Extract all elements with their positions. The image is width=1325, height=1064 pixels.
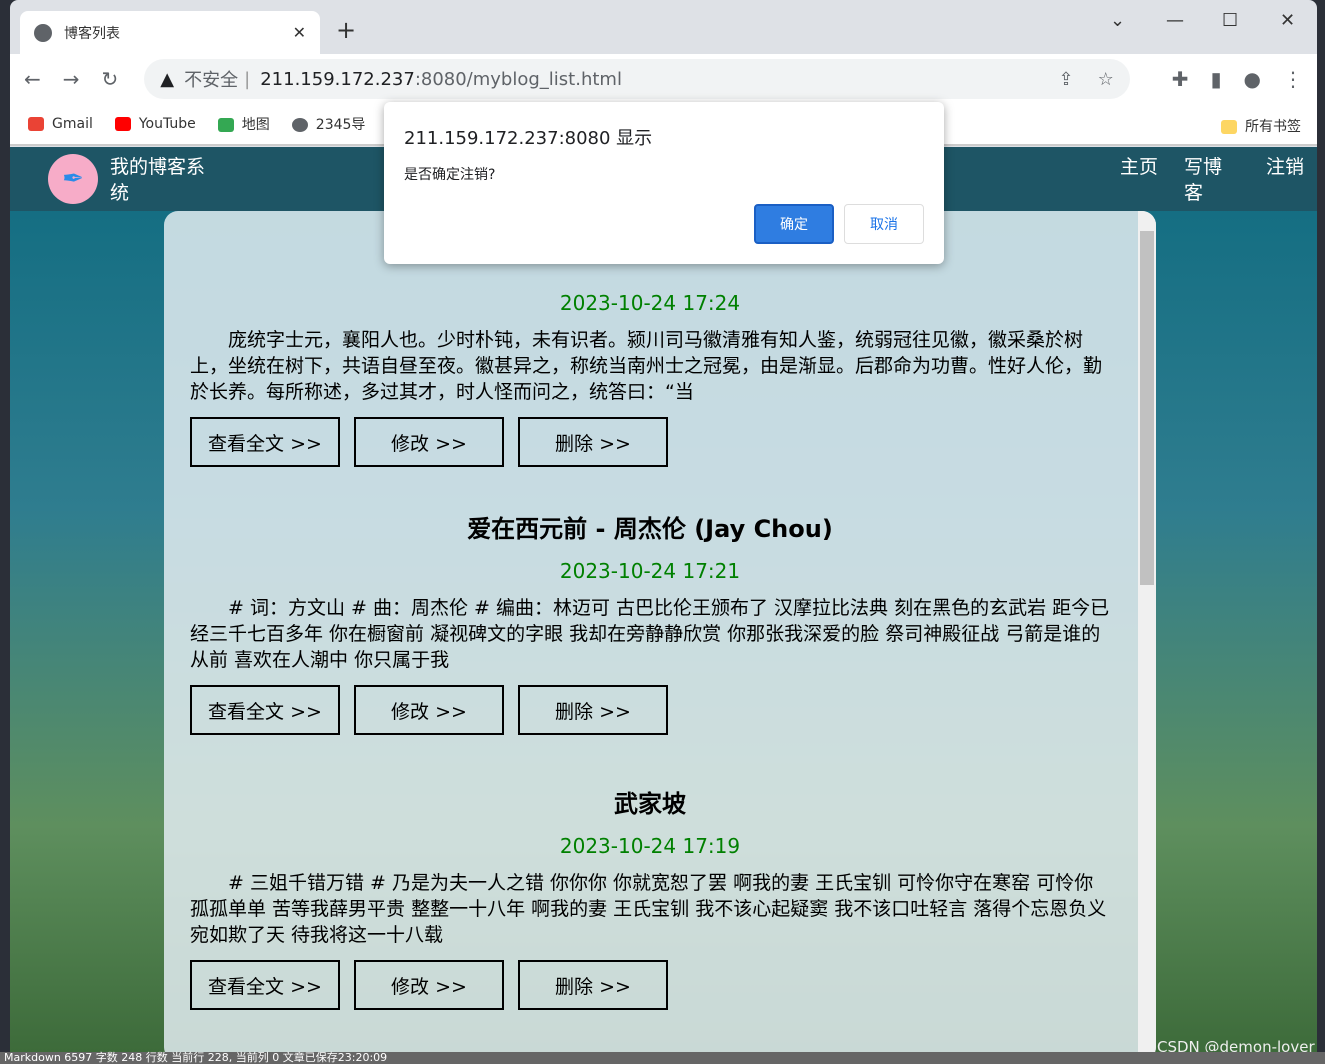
blog-title[interactable]: 爱在西元前 - 周杰伦 (Jay Chou) — [190, 509, 1110, 545]
star-icon[interactable]: ☆ — [1098, 69, 1114, 90]
close-tab-icon[interactable]: ✕ — [293, 23, 306, 42]
bookmark-gmail[interactable]: Gmail — [28, 116, 93, 132]
delete-button[interactable]: 删除 >> — [518, 417, 668, 467]
bookmark-maps[interactable]: 地图 — [217, 114, 270, 134]
warning-icon: ▲ — [160, 68, 175, 90]
divider: | — [244, 68, 251, 90]
delete-button[interactable]: 删除 >> — [518, 685, 668, 735]
view-full-button[interactable]: 查看全文 >> — [190, 685, 340, 735]
reload-icon[interactable]: ↻ — [102, 67, 119, 91]
dialog-title: 211.159.172.237:8080 显示 — [404, 128, 653, 149]
blog-date: 2023-10-24 17:21 — [559, 559, 741, 583]
side-panel-icon[interactable]: ▮ — [1211, 67, 1222, 91]
blog-summary: 庞统字士元，襄阳人也。少时朴钝，未有识者。颍川司马徽清雅有知人鉴，统弱冠往见徽，… — [190, 329, 1103, 403]
nav-home[interactable]: 主页 — [1120, 154, 1160, 180]
cancel-button[interactable]: 取消 — [844, 204, 924, 244]
not-secure-label: 不安全 — [184, 70, 239, 91]
scrollbar-thumb[interactable] — [1140, 231, 1154, 585]
view-full-button[interactable]: 查看全文 >> — [190, 417, 340, 467]
blog-date: 2023-10-24 17:24 — [559, 291, 741, 315]
edit-button[interactable]: 修改 >> — [354, 417, 504, 467]
toolbar: ← → ↻ ▲ 不安全 | 211.159.172.237:8080/myblo… — [10, 54, 1317, 104]
page-content: ✒ 我的博客系统 主页 写博客 注销 2023-10-24 17:24 庞统字士… — [10, 147, 1317, 1052]
edit-button[interactable]: 修改 >> — [354, 685, 504, 735]
tab-title: 博客列表 — [64, 25, 120, 42]
nav-write-blog[interactable]: 写博客 — [1184, 154, 1224, 206]
minimize-button[interactable]: — — [1166, 10, 1184, 31]
blog-date: 2023-10-24 17:19 — [559, 834, 741, 858]
blog-item: 爱在西元前 - 周杰伦 (Jay Chou) 2023-10-24 17:21 … — [190, 509, 1110, 735]
edit-button[interactable]: 修改 >> — [354, 960, 504, 1010]
extensions-icon[interactable]: ✚ — [1172, 67, 1189, 91]
bookmark-youtube[interactable]: YouTube — [114, 116, 196, 132]
youtube-icon — [114, 117, 131, 131]
address-bar[interactable]: ▲ 不安全 | 211.159.172.237:8080/myblog_list… — [144, 59, 1130, 99]
back-icon[interactable]: ← — [24, 67, 41, 91]
delete-button[interactable]: 删除 >> — [518, 960, 668, 1010]
blog-title[interactable]: 武家坡 — [190, 784, 1110, 820]
blog-summary: # 词：方文山 # 曲：周杰伦 # 编曲：林迈可 古巴比伦王颁布了 汉摩拉比法典… — [190, 597, 1110, 671]
globe-icon — [291, 118, 308, 132]
share-icon[interactable]: ⇪ — [1059, 69, 1074, 90]
confirm-dialog: 211.159.172.237:8080 显示 是否确定注销? 确定 取消 — [384, 102, 944, 264]
nav-logout[interactable]: 注销 — [1266, 154, 1306, 180]
feather-logo-icon: ✒ — [48, 154, 98, 204]
blog-item: 武家坡 2023-10-24 17:19 # 三姐千错万错 # 乃是为夫一人之错… — [190, 784, 1110, 1010]
all-bookmarks[interactable]: 所有书签 — [1221, 116, 1301, 136]
blog-list: 2023-10-24 17:24 庞统字士元，襄阳人也。少时朴钝，未有识者。颍川… — [164, 211, 1156, 1052]
menu-icon[interactable]: ⋮ — [1283, 67, 1303, 91]
close-window-button[interactable]: ✕ — [1280, 10, 1295, 31]
gmail-icon — [28, 117, 44, 131]
scrollbar[interactable] — [1138, 211, 1156, 1052]
blog-item: 2023-10-24 17:24 庞统字士元，襄阳人也。少时朴钝，未有识者。颍川… — [190, 241, 1110, 467]
new-tab-button[interactable]: + — [336, 16, 356, 44]
url-path: :8080/myblog_list.html — [414, 68, 622, 90]
maximize-button[interactable]: ☐ — [1222, 10, 1238, 31]
globe-icon — [34, 23, 52, 42]
blog-summary: # 三姐千错万错 # 乃是为夫一人之错 你你你 你就宽恕了罢 啊我的妻 王氏宝钏… — [190, 872, 1107, 946]
forward-icon[interactable]: → — [63, 67, 80, 91]
view-full-button[interactable]: 查看全文 >> — [190, 960, 340, 1010]
site-brand: 我的博客系统 — [110, 156, 206, 204]
dialog-message: 是否确定注销? — [404, 167, 496, 183]
bookmark-2345[interactable]: 2345导 — [291, 114, 365, 134]
tab-blog-list[interactable]: 博客列表 ✕ — [20, 11, 320, 54]
editor-status-bar: Markdown 6597 字数 248 行数 当前行 228, 当前列 0 文… — [0, 1052, 1325, 1064]
confirm-button[interactable]: 确定 — [754, 204, 834, 244]
tab-search-icon[interactable]: ⌄ — [1110, 10, 1125, 31]
tab-bar: 博客列表 ✕ + ⌄ — ☐ ✕ — [10, 0, 1317, 54]
maps-icon — [217, 118, 234, 132]
url-host: 211.159.172.237 — [260, 68, 415, 90]
folder-icon — [1221, 120, 1237, 134]
profile-icon[interactable]: ● — [1244, 67, 1261, 91]
